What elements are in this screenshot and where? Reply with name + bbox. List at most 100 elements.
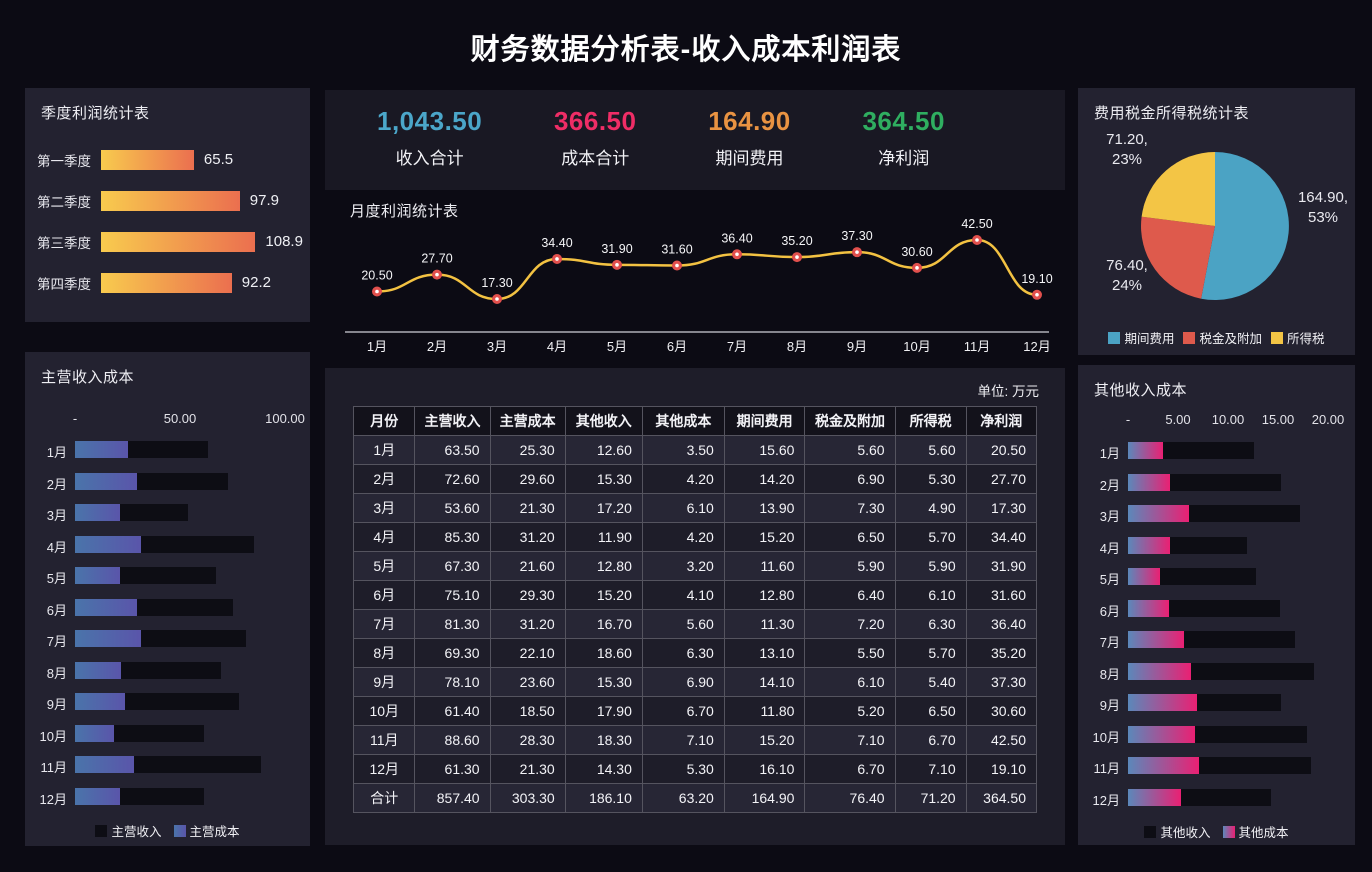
cost-bar	[75, 472, 138, 490]
table-cell: 61.30	[414, 754, 491, 784]
cost-bar	[1128, 599, 1169, 617]
bar-legend-item[interactable]: 其他收入	[1144, 822, 1211, 841]
column-header: 其他成本	[641, 406, 725, 436]
table-cell: 164.90	[723, 783, 806, 813]
bar-row: 1月	[1078, 436, 1355, 468]
table-cell: 15.30	[564, 464, 643, 494]
table-cell: 5.60	[894, 435, 967, 465]
table-cell: 5.90	[804, 551, 896, 581]
line-marker-center	[975, 238, 979, 242]
month-label: 1月	[46, 445, 67, 460]
cost-bar	[1128, 505, 1189, 522]
table-cell: 6.10	[894, 580, 967, 610]
other-income-cost-panel: 其他收入成本 - 5.00 10.00 15.00 20.00 1月 2月 3月 4月 5月 6月…	[1078, 365, 1355, 845]
column-header: 其他收入	[564, 406, 643, 436]
table-row: 9月 78.10 23.60 15.30 6.90 14.10 6.10 5.40 37.30	[352, 667, 1038, 697]
column-header: 所得税	[894, 406, 967, 436]
month-label: 2月	[1099, 477, 1120, 493]
line-chart-svg: 20.50 1月 27.70 2月 17.30 3月 34.40 4月 31.90 5月 31.60…	[345, 217, 1053, 354]
column-header: 净利润	[965, 406, 1038, 436]
line-marker-center	[855, 250, 859, 254]
bar-legend-item[interactable]: 主营成本	[173, 821, 240, 840]
pie-callout-line: 24%	[1111, 277, 1143, 295]
table-cell: 5.70	[894, 522, 967, 552]
bar-track	[75, 756, 285, 773]
bar-row: 10月	[1078, 720, 1355, 752]
bar-legend-item[interactable]: 其他成本	[1222, 822, 1289, 841]
month-label: 12月	[1092, 792, 1120, 808]
bar-track	[1128, 473, 1328, 491]
table-cell: 6月	[352, 580, 416, 610]
cost-bar	[75, 441, 129, 458]
bar-row: 2月	[25, 467, 310, 499]
table-cell: 6.50	[894, 696, 967, 726]
table-row: 2月 72.60 29.60 15.30 4.20 14.20 6.90 5.30 27.70	[352, 464, 1038, 494]
axis-tick-label: 10.00	[1211, 412, 1245, 427]
table-cell: 20.50	[965, 435, 1038, 465]
quarter-label: 第二季度	[37, 194, 91, 210]
table-cell: 7.20	[804, 609, 896, 639]
table-cell: 67.30	[414, 551, 491, 581]
table-cell: 17.90	[564, 696, 643, 726]
table-cell: 4.20	[641, 522, 725, 552]
page-title: 财务数据分析表-收入成本利润表	[470, 34, 902, 66]
pie-legend-item[interactable]: 期间费用	[1108, 328, 1174, 347]
legend-swatch-icon	[1144, 825, 1157, 838]
bar-legend-item[interactable]: 主营收入	[95, 821, 162, 840]
table-cell: 7.10	[894, 754, 967, 784]
bar-track	[1128, 662, 1328, 680]
table-cell: 22.10	[489, 638, 566, 668]
bar-track	[1128, 505, 1328, 522]
bar-track	[75, 472, 285, 490]
table-cell: 6.70	[804, 754, 896, 784]
kpi-item: 366.50 成本合计	[554, 106, 637, 169]
quarter-value: 97.9	[249, 192, 279, 209]
month-label: 6月	[1099, 603, 1120, 619]
main-bars-chart: 1月 2月 3月 4月 5月 6月 7月 8月 9月 10月 11月 12月	[25, 435, 310, 813]
table-cell: 31.20	[489, 609, 566, 639]
cost-bar	[1128, 473, 1170, 491]
table-cell: 14.10	[723, 667, 806, 697]
bar-track	[1128, 757, 1328, 774]
point-value-label: 42.50	[961, 217, 992, 231]
point-value-label: 36.40	[721, 231, 752, 245]
kpi-label: 净利润	[878, 149, 930, 168]
profit-line	[376, 238, 1038, 301]
legend-label: 主营收入	[111, 825, 162, 839]
table-cell: 合计	[352, 783, 416, 813]
cost-bar	[1128, 725, 1195, 743]
line-marker-center	[555, 257, 559, 261]
table-row: 12月 61.30 21.30 14.30 5.30 16.10 6.70 7.10 19.10	[352, 754, 1038, 784]
pie-legend-item[interactable]: 税金及附加	[1183, 328, 1262, 347]
point-value-label: 30.60	[901, 245, 932, 259]
pie-legend-item[interactable]: 所得税	[1271, 328, 1325, 347]
quarterly-bar-row: 第四季度 92.2	[25, 262, 310, 303]
bar-row: 5月	[25, 561, 310, 593]
table-cell: 6.70	[641, 696, 725, 726]
table-cell: 7.10	[641, 725, 725, 755]
table-cell: 5.40	[894, 667, 967, 697]
table-cell: 303.30	[489, 783, 566, 813]
bar-track	[75, 535, 285, 553]
table-cell: 78.10	[414, 667, 491, 697]
bar-track	[75, 661, 285, 679]
bar-row: 8月	[25, 656, 310, 688]
table-row: 8月 69.30 22.10 18.60 6.30 13.10 5.50 5.70 35.20	[352, 638, 1038, 668]
month-label: 6月	[46, 602, 67, 618]
monthly-data-table-panel: 单位: 万元 月份 主营收入 主营成本 其他收入 其他成本 期间费用 税金及附加 所得税 净利润…	[325, 368, 1065, 845]
other-bars-axis: - 5.00 10.00 15.00 20.00	[1126, 412, 1344, 428]
table-cell: 5.60	[804, 435, 896, 465]
table-cell: 7.10	[804, 725, 896, 755]
cost-bar	[75, 787, 120, 805]
table-cell: 53.60	[414, 493, 491, 523]
kpi-label: 收入合计	[395, 149, 464, 168]
kpi-item: 364.50 净利润	[862, 106, 945, 169]
table-cell: 11.30	[723, 609, 806, 639]
bar-row: 6月	[1078, 594, 1355, 626]
pie-legend: 期间费用 税金及附加 所得税	[1078, 328, 1355, 347]
bar-track	[75, 630, 285, 647]
bar-track	[1128, 631, 1328, 648]
table-cell: 31.90	[965, 551, 1038, 581]
month-label: 1月	[1099, 446, 1120, 461]
table-cell: 14.20	[723, 464, 806, 494]
